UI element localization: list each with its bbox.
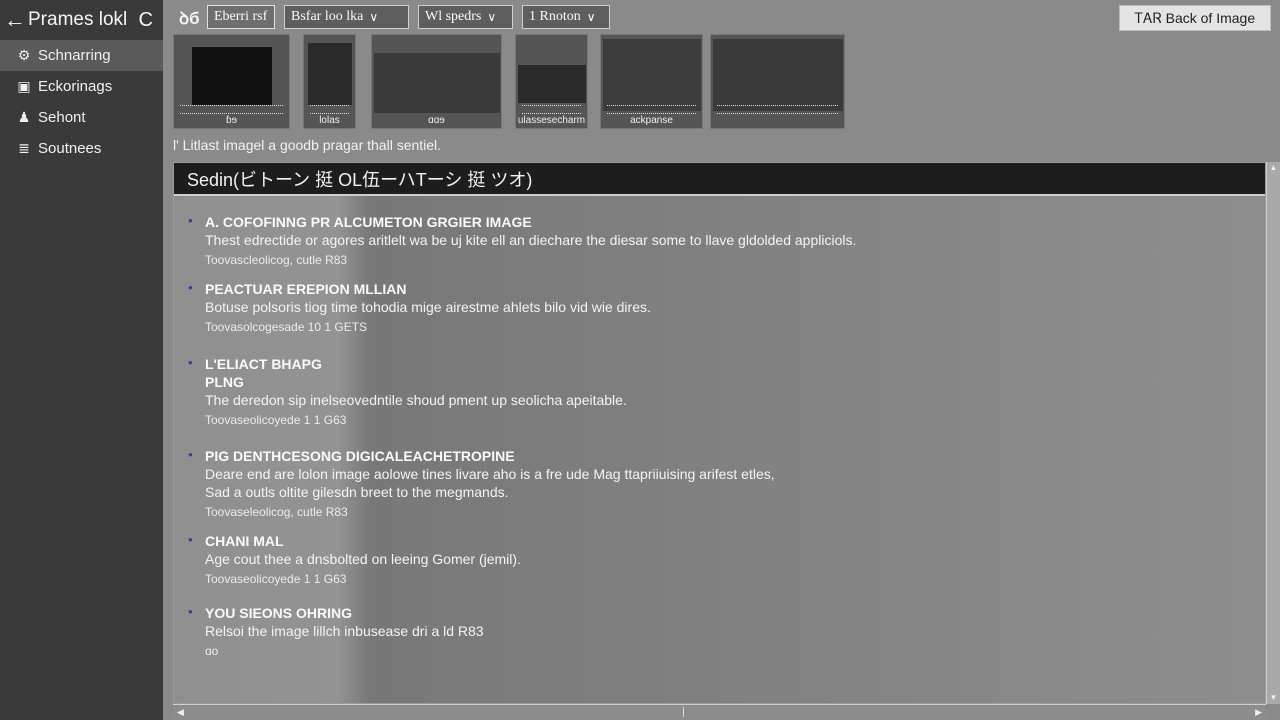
thumbnail[interactable]: ackpanse bbox=[600, 34, 703, 129]
thumbnail-caption: ɑɑɘ bbox=[428, 115, 445, 126]
entry-meta: Toovaseleolicog, cutle R83 bbox=[205, 505, 348, 519]
entry-heading: L'ELIACT BHAPG PLNG bbox=[205, 356, 322, 390]
dropdown-3[interactable]: 1 Rnoton ∨ bbox=[522, 5, 610, 29]
scroll-up-icon[interactable]: ▲ bbox=[1267, 162, 1280, 174]
gear-icon: ⚙ bbox=[17, 47, 31, 63]
content-panel: Sedin(ビトーン 挺 OL伍ーハTーシ 挺 ツオ) ● A. COFOFIN… bbox=[173, 162, 1266, 704]
thumbnail[interactable] bbox=[710, 34, 845, 129]
entry-heading: YOU SIEONS OHRING bbox=[205, 605, 353, 621]
sidebar-item-label: Schnarring bbox=[38, 47, 111, 64]
chevron-down-icon: ∨ bbox=[487, 9, 497, 24]
person-icon: ♟ bbox=[17, 109, 31, 125]
sidebar-item-label: Soutnees bbox=[38, 140, 102, 157]
list-item[interactable]: ● PEACTUAR EREPION MLLIAN Botuse polsori… bbox=[188, 280, 1245, 336]
entry-heading: PEACTUAR EREPION MLLIAN bbox=[205, 281, 407, 297]
thumbnail-caption: ackpanse bbox=[630, 115, 673, 126]
thumbnail-caption: lolas bbox=[319, 115, 340, 126]
bullet-icon: ● bbox=[188, 607, 193, 616]
thumbnail-caption: ɓɘ bbox=[225, 115, 238, 126]
sidebar-item-schnarring[interactable]: ⚙ Schnarring bbox=[0, 40, 163, 71]
entry-text: Sad a outls oltite gilesdn breet to the … bbox=[205, 484, 509, 500]
thumbnail[interactable]: ɑɑɘ bbox=[371, 34, 502, 129]
scroll-down-icon[interactable]: ▼ bbox=[1267, 692, 1280, 704]
scroll-left-icon[interactable]: ◀ bbox=[177, 705, 184, 719]
bullet-icon: ● bbox=[188, 535, 193, 544]
entry-meta: Toovascleolicog, cutle R83 bbox=[205, 253, 348, 267]
app-title: Prames lokl bbox=[28, 9, 128, 30]
sidebar-item-label: Eckorinags bbox=[38, 78, 113, 95]
app-logo: ꝺб bbox=[179, 8, 200, 28]
scrollbar-thumb[interactable] bbox=[203, 707, 684, 717]
sidebar-item-sehont[interactable]: ♟ Sehont bbox=[0, 102, 163, 133]
dropdown-label: Wl spedrs bbox=[425, 9, 482, 24]
thumbnail-caption: ulassesecharm bbox=[517, 115, 586, 126]
list-item[interactable]: ● YOU SIEONS OHRING Relsoi the image lil… bbox=[188, 604, 1245, 660]
entry-heading: CHANI MAL bbox=[205, 533, 284, 549]
list-item[interactable]: ● PIG DENTHCESONG DIGICALEACHETROPINE De… bbox=[188, 447, 1245, 521]
panel-title: Sedin(ビトーン 挺 OL伍ーハTーシ 挺 ツオ) bbox=[174, 163, 1265, 196]
entry-heading: A. COFOFINNG PR ALCUMETON GRGIER IMAGE bbox=[205, 214, 532, 230]
entry-meta: Toovaseolicoyede 1 1 G63 bbox=[205, 572, 347, 586]
sidebar-item-label: Sehont bbox=[38, 109, 86, 126]
entry-meta: ɑo bbox=[205, 644, 219, 658]
bullet-icon: ● bbox=[188, 358, 193, 367]
entry-heading: PIG DENTHCESONG DIGICALEACHETROPINE bbox=[205, 448, 515, 464]
thumbnail[interactable]: lolas bbox=[303, 34, 356, 129]
chevron-down-icon: ∨ bbox=[586, 9, 596, 24]
thumbnail-caption bbox=[711, 114, 844, 128]
entry-text: Age cout thee a dnsbolted on leeing Gome… bbox=[205, 551, 521, 567]
entry-meta: Toovaseolicoyede 1 1 G63 bbox=[205, 413, 347, 427]
bullet-icon: ● bbox=[188, 216, 193, 225]
horizontal-scrollbar[interactable]: ◀ ▶ bbox=[173, 704, 1266, 720]
thumbnail[interactable]: ulassesecharm bbox=[515, 34, 588, 129]
entry-text: Thest edrectide or agores aritlelt wa be… bbox=[205, 232, 857, 248]
dropdown-label: 1 Rnoton bbox=[529, 9, 581, 24]
list-item[interactable]: ● CHANI MAL Age cout thee a dnsbolted on… bbox=[188, 532, 1245, 588]
entry-text: Botuse polsoris tiog time tohodia mige a… bbox=[205, 299, 651, 315]
toolbar: ꝺб Eberri rsf Bsfar loo lka ∨ Wl spedrs … bbox=[163, 0, 1280, 34]
dropdown-label: Bsfar loo lka bbox=[291, 9, 364, 24]
entry-text: Deare end are lolon image aolowe tines l… bbox=[205, 466, 775, 482]
dropdown-1[interactable]: Bsfar loo lka ∨ bbox=[284, 5, 409, 29]
sidebar: ← Prames lokl C ⚙ Schnarring ▣ Eckorinag… bbox=[0, 0, 163, 720]
sidebar-item-soutnees[interactable]: ≣ Soutnees bbox=[0, 133, 163, 164]
list-item[interactable]: ● L'ELIACT BHAPG PLNG The deredon sip in… bbox=[188, 355, 1245, 429]
list-item[interactable]: ● A. COFOFINNG PR ALCUMETON GRGIER IMAGE… bbox=[188, 213, 1245, 269]
document-icon: ≣ bbox=[18, 140, 30, 156]
sidebar-header: ← Prames lokl C bbox=[0, 0, 163, 40]
back-arrow-icon[interactable]: ← bbox=[4, 7, 26, 33]
entry-meta: Toovasolcogesade 10 1 GETS bbox=[205, 320, 368, 334]
chevron-down-icon: ∨ bbox=[369, 9, 379, 24]
thumbnail[interactable]: ɓɘ bbox=[173, 34, 290, 129]
selected-button-label: Eberri rsf bbox=[214, 9, 268, 24]
folder-icon: ▣ bbox=[17, 78, 31, 94]
bullet-icon: ● bbox=[188, 283, 193, 292]
scroll-right-icon[interactable]: ▶ bbox=[1255, 705, 1262, 719]
entry-text: Relsoi the image lillch inbusease dri a … bbox=[205, 623, 484, 639]
entry-text: The deredon sip inelseovedntile shoud pm… bbox=[205, 392, 627, 408]
selected-button[interactable]: Eberri rsf bbox=[207, 5, 275, 29]
back-of-image-button[interactable]: ᎢᎪᏒ Back of Image bbox=[1119, 5, 1271, 31]
sidebar-item-eckorinags[interactable]: ▣ Eckorinags bbox=[0, 71, 163, 102]
bullet-icon: ● bbox=[188, 450, 193, 459]
dropdown-2[interactable]: Wl spedrs ∨ bbox=[418, 5, 513, 29]
sidebar-extra[interactable]: C bbox=[139, 9, 153, 32]
image-caption: l' Litlast imagel a goodb pragar thall s… bbox=[173, 137, 442, 153]
vertical-scrollbar[interactable]: ▲ ▼ bbox=[1266, 162, 1280, 704]
